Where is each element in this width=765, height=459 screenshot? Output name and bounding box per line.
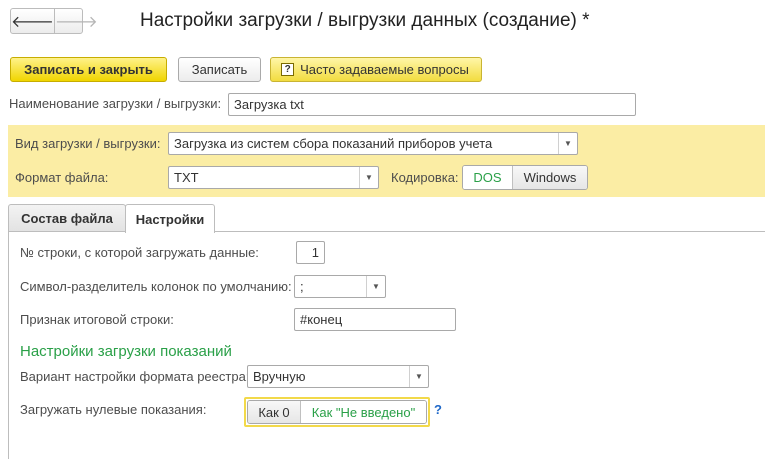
tab-file-structure[interactable]: Состав файла [8,204,126,232]
dropdown-arrow-icon[interactable]: ▼ [359,167,378,188]
zero-readings-label: Загружать нулевые показания: [20,402,207,417]
zero-option-as-zero[interactable]: Как 0 [248,401,300,423]
forward-arrow-icon[interactable]: 🡒 [53,9,98,33]
start-row-input[interactable]: 1 [296,241,325,264]
readings-section-title: Настройки загрузки показаний [20,343,232,360]
registry-format-value: Вручную [253,369,306,384]
file-format-label: Формат файла: [15,170,109,185]
encoding-label: Кодировка: [391,170,459,185]
page-title: Настройки загрузки / выгрузки данных (со… [140,10,590,31]
zero-option-not-entered[interactable]: Как "Не введено" [300,401,426,423]
question-icon: ? [281,63,295,76]
separator-select[interactable]: ; ▼ [294,275,386,298]
file-format-value: TXT [174,170,199,185]
dropdown-arrow-icon[interactable]: ▼ [558,133,577,154]
file-format-select[interactable]: TXT ▼ [168,166,379,189]
save-button[interactable]: Записать [178,57,261,82]
help-question-icon[interactable]: ? [434,399,442,421]
zero-readings-switch: Как 0 Как "Не введено" [247,400,427,424]
load-type-value: Загрузка из систем сбора показаний прибо… [174,136,493,151]
start-row-label: № строки, с которой загружать данные: [20,245,259,260]
save-and-close-button[interactable]: Записать и закрыть [10,57,167,82]
name-input[interactable]: Загрузка txt [228,93,636,116]
back-arrow-icon[interactable]: 🡐 [11,9,54,33]
registry-format-label: Вариант настройки формата реестра: [20,369,250,384]
dropdown-arrow-icon[interactable]: ▼ [409,366,428,387]
encoding-option-windows[interactable]: Windows [512,166,587,189]
encoding-option-dos[interactable]: DOS [463,166,512,189]
dropdown-arrow-icon[interactable]: ▼ [366,276,385,297]
load-type-label: Вид загрузки / выгрузки: [15,136,161,151]
encoding-switch: DOS Windows [462,165,588,190]
load-type-select[interactable]: Загрузка из систем сбора показаний прибо… [168,132,578,155]
tab-settings[interactable]: Настройки [125,204,215,233]
registry-format-select[interactable]: Вручную ▼ [247,365,429,388]
faq-button[interactable]: ? Часто задаваемые вопросы [270,57,482,82]
total-row-input[interactable]: #конец [294,308,456,331]
total-row-label: Признак итоговой строки: [20,312,174,327]
nav-buttons: 🡐 🡒 [10,8,98,34]
faq-button-label: Часто задаваемые вопросы [300,62,469,77]
separator-value: ; [300,279,304,294]
name-label: Наименование загрузки / выгрузки: [9,96,222,111]
zero-readings-switch-frame: Как 0 Как "Не введено" [244,397,430,427]
separator-label: Символ-разделитель колонок по умолчанию: [20,279,292,294]
